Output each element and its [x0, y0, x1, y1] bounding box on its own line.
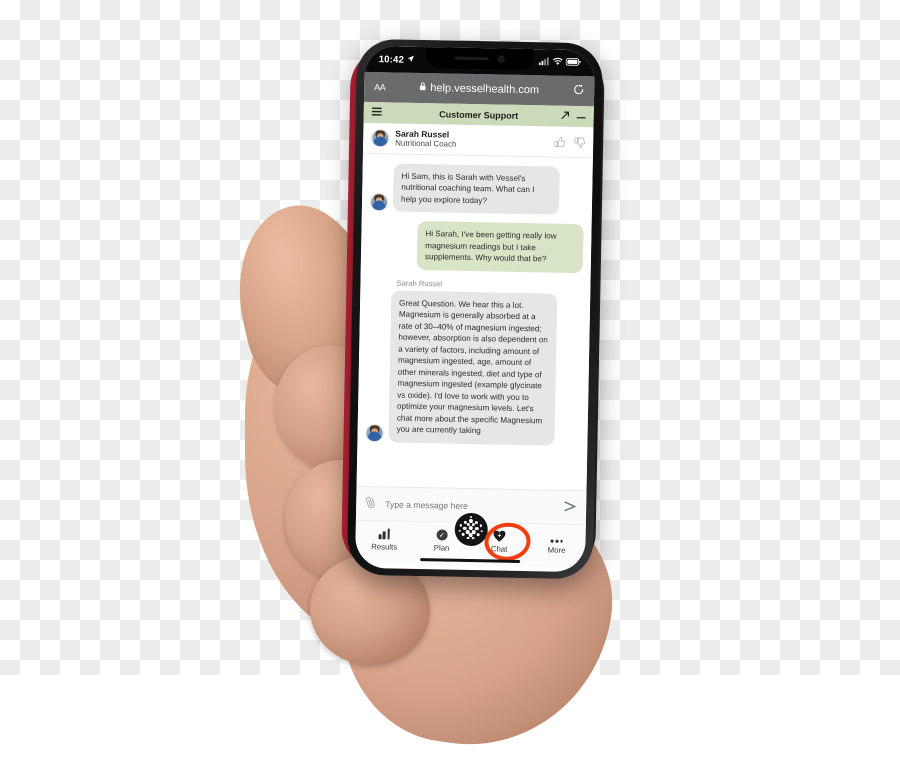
message-bubble: Hi Sarah, I've been getting really low m…	[416, 221, 584, 274]
message-list[interactable]: Hi Sam, this is Sarah with Vessel's nutr…	[356, 153, 593, 491]
thumbs-up-icon[interactable]	[554, 136, 566, 147]
tab-more[interactable]: More	[537, 529, 577, 555]
front-camera	[497, 55, 505, 63]
home-indicator	[420, 557, 521, 563]
message-sender-label: Sarah Russel	[396, 278, 443, 289]
widget-title: Customer Support	[439, 108, 519, 121]
message-row: Hi Sam, this is Sarah with Vessel's nutr…	[369, 163, 585, 216]
header-left-controls	[371, 106, 382, 119]
minimize-icon[interactable]	[576, 111, 586, 121]
three-dots-icon	[550, 530, 563, 543]
cellular-signal-icon	[538, 56, 550, 68]
message-row: Hi Sarah, I've been getting really low m…	[369, 220, 584, 274]
battery-icon	[565, 57, 581, 68]
wifi-icon	[552, 57, 563, 68]
status-indicators	[538, 56, 581, 69]
message-avatar	[365, 423, 384, 443]
tab-results[interactable]: Results	[364, 526, 404, 552]
feedback-controls	[554, 136, 586, 148]
message-bubble: Hi Sam, this is Sarah with Vessel's nutr…	[392, 163, 560, 216]
hamburger-menu-icon[interactable]	[371, 106, 382, 119]
message-row: Great Question. We hear this a lot. Magn…	[365, 290, 582, 446]
url-display[interactable]: help.vesselhealth.com	[419, 82, 539, 96]
agent-role: Nutritional Coach	[395, 138, 457, 150]
ios-status-bar: 10:42	[364, 45, 595, 77]
send-arrow-icon[interactable]	[564, 500, 576, 514]
notch	[425, 47, 534, 71]
tab-label-plan: Plan	[433, 543, 450, 553]
agent-avatar	[371, 129, 390, 148]
text-size-label: AA	[374, 82, 386, 93]
url-text: help.vesselhealth.com	[430, 82, 540, 97]
agent-meta: Sarah Russel Nutritional Coach	[395, 128, 548, 152]
reload-icon[interactable]	[573, 84, 584, 98]
smartphone: 10:42 AA help.vesselhealth.com Customer …	[335, 31, 608, 586]
text-size-button[interactable]: AA	[374, 82, 385, 92]
thumbs-down-icon[interactable]	[574, 136, 586, 148]
check-circle-icon: ✓	[436, 527, 448, 541]
header-right-controls	[561, 110, 586, 122]
message-avatar	[369, 193, 389, 212]
earpiece-speaker	[454, 56, 489, 61]
vessel-logo-icon	[453, 512, 488, 546]
tab-label-more: More	[547, 545, 566, 555]
lock-icon	[419, 82, 426, 94]
expand-arrow-icon[interactable]	[561, 110, 570, 122]
agent-info-strip: Sarah Russel Nutritional Coach	[362, 122, 594, 159]
phone-screen: 10:42 AA help.vesselhealth.com Customer …	[354, 45, 595, 573]
bottom-tab-bar[interactable]: Results ✓ Plan + Chat More	[355, 508, 586, 569]
location-arrow-icon	[407, 54, 415, 65]
paperclip-icon[interactable]	[364, 495, 378, 512]
status-clock: 10:42	[379, 54, 416, 66]
clock-time: 10:42	[378, 53, 405, 66]
message-bubble: Great Question. We hear this a lot. Magn…	[388, 290, 558, 446]
safari-address-bar[interactable]: AA help.vesselhealth.com	[363, 71, 595, 107]
tab-label-results: Results	[371, 542, 398, 552]
bar-chart-icon	[378, 526, 390, 540]
